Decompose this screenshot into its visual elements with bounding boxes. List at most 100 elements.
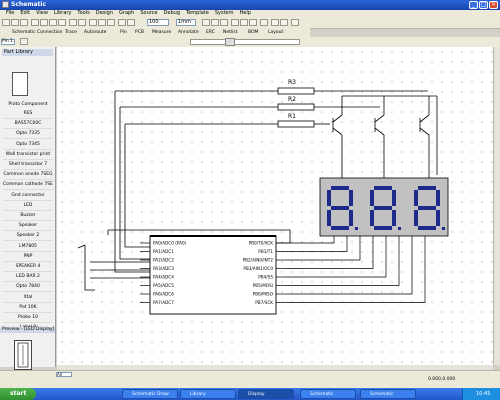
part-library-header: Part Library [2,49,53,56]
transistor-q3[interactable] [419,114,430,178]
toolbar-button-pcb[interactable]: PCB [135,29,144,36]
part-list-item[interactable]: BAS57C00C [3,119,53,130]
toolbar-button-schematic[interactable]: Schematic [12,29,36,36]
zoom-out-icon[interactable] [98,19,106,26]
part-list-item[interactable]: Speaker [3,221,53,232]
part-list-item[interactable]: Probe 10 [3,313,53,323]
part-list-item[interactable]: Common anode 7SEG [3,170,53,181]
toolbar-button-annotate[interactable]: Annotate [178,29,199,36]
menu-help[interactable]: Help [239,10,250,17]
label-icon[interactable] [271,19,279,26]
menu-system[interactable]: System [215,10,234,17]
part-list-item[interactable]: LM7805 [3,242,53,252]
resistor-r1[interactable]: R1 [125,113,330,128]
units-select[interactable]: 1mm [176,19,196,26]
part-list-item[interactable]: Opto 7840 [3,282,53,293]
pause-icon[interactable] [240,19,248,26]
menu-debug[interactable]: Debug [164,10,180,17]
transistor-q2[interactable] [374,114,385,178]
menu-file[interactable]: File [6,10,14,17]
ic-right-pin-label: PB1/T1 [258,249,273,254]
part-list-item[interactable]: LED [3,201,53,211]
run-icon[interactable] [231,19,239,26]
resistor-r3[interactable]: R3 [115,79,428,95]
part-list-item[interactable]: Wall transistor print [3,150,53,160]
part-list-item[interactable]: LED BAR 2 [3,272,53,283]
probe-icon[interactable] [260,19,268,26]
grid-icon[interactable] [118,19,126,26]
part-list-item[interactable]: Shell transistor 7 [3,160,53,170]
mirror-icon[interactable] [211,19,219,26]
taskbar-item-1[interactable]: Schematic Draw [122,389,178,399]
cursor-coordinates: 0.000,0.000 [428,377,456,382]
resistor-r2[interactable]: R2 [120,96,380,111]
part-list-item[interactable]: SPEAKER 4 [3,262,53,272]
menu-view[interactable]: View [36,10,48,17]
schematic-canvas[interactable]: R3 R2 R1 PA0/ADC0 (PA0) PA1/ADC1 PA2/ADC… [57,47,493,365]
part-list-item[interactable]: Speaker 2 [3,231,53,242]
save-icon[interactable] [20,19,28,26]
menu-design[interactable]: Design [96,10,113,17]
close-button[interactable]: × [489,1,498,9]
ic-right-pin-label: PB2/AIN0/INT2 [243,258,274,263]
zoom-slider-thumb[interactable] [225,38,235,46]
toolbar-button-trace[interactable]: Trace [65,29,77,36]
delete-icon[interactable] [220,19,228,26]
toolbar-button-connection[interactable]: Connection [37,29,62,36]
menu-template[interactable]: Template [186,10,209,17]
open-file-icon[interactable] [11,19,19,26]
toolbar-button-pin[interactable]: Pin [120,29,127,36]
part-list-item[interactable]: Opto 7335 [3,129,53,140]
taskbar-item-5[interactable]: Schematic [360,389,416,399]
menu-tools[interactable]: Tools [77,10,89,17]
menu-edit[interactable]: Edit [20,10,30,17]
zoom-slider-track[interactable] [190,39,300,45]
help-icon[interactable] [291,19,299,26]
print-icon[interactable] [31,19,39,26]
part-list-item[interactable]: Common cathode 7SEG [3,180,53,191]
undo-icon[interactable] [69,19,77,26]
taskbar-item-3[interactable]: Display [238,389,294,399]
vertical-scrollbar[interactable] [493,47,500,365]
toolbar-button-layout[interactable]: Layout [268,29,283,36]
paste-icon[interactable] [58,19,66,26]
toolbar-button-erc[interactable]: ERC [206,29,215,36]
transistor-q1[interactable] [332,114,343,178]
part-list-item[interactable]: PNP [3,252,53,262]
menu-source[interactable]: Source [140,10,157,17]
toolbar-button-netlist[interactable]: Netlist [223,29,238,36]
part-list-item[interactable]: Opto 7345 [3,140,53,150]
style-select[interactable]: Pin 1 [1,39,15,45]
wire-icon[interactable] [127,19,135,26]
status-zoom-select[interactable]: All [56,372,72,377]
part-list-item[interactable]: Xtal [3,293,53,303]
redo-icon[interactable] [78,19,86,26]
copy-icon[interactable] [49,19,57,26]
minimize-button[interactable]: _ [469,1,478,9]
cut-icon[interactable] [40,19,48,26]
zoom-fit-icon[interactable] [107,19,115,26]
window-title: Schematic [11,1,47,8]
start-button[interactable]: start [0,388,36,400]
zoom-select[interactable]: 100 [147,19,169,26]
seven-segment-display[interactable] [319,177,449,237]
bold-icon[interactable] [20,38,28,45]
part-list-item[interactable]: Gnd connector [3,191,53,201]
part-list-item[interactable]: Buzzer [3,211,53,221]
new-file-icon[interactable] [2,19,10,26]
text-icon[interactable] [280,19,288,26]
menu-library[interactable]: Library [54,10,71,17]
toolbar-button-autoroute[interactable]: Autoroute [84,29,106,36]
microcontroller-ic[interactable]: PA0/ADC0 (PA0) PA1/ADC1 PA2/ADC2 PA3/ADC3 PA… [140,235,286,315]
zoom-in-icon[interactable] [89,19,97,26]
rotate-icon[interactable] [202,19,210,26]
taskbar-item-2[interactable]: Library [180,389,236,399]
maximize-button[interactable]: □ [479,1,488,9]
taskbar-item-4[interactable]: Schematic [300,389,356,399]
menu-graph[interactable]: Graph [119,10,134,17]
toolbar-button-measure[interactable]: Measure [152,29,171,36]
part-list-item[interactable]: Pot 10K [3,303,53,313]
part-list-item[interactable]: RES [3,109,53,119]
stop-icon[interactable] [249,19,257,26]
toolbar-button-bom[interactable]: BOM [248,29,258,36]
